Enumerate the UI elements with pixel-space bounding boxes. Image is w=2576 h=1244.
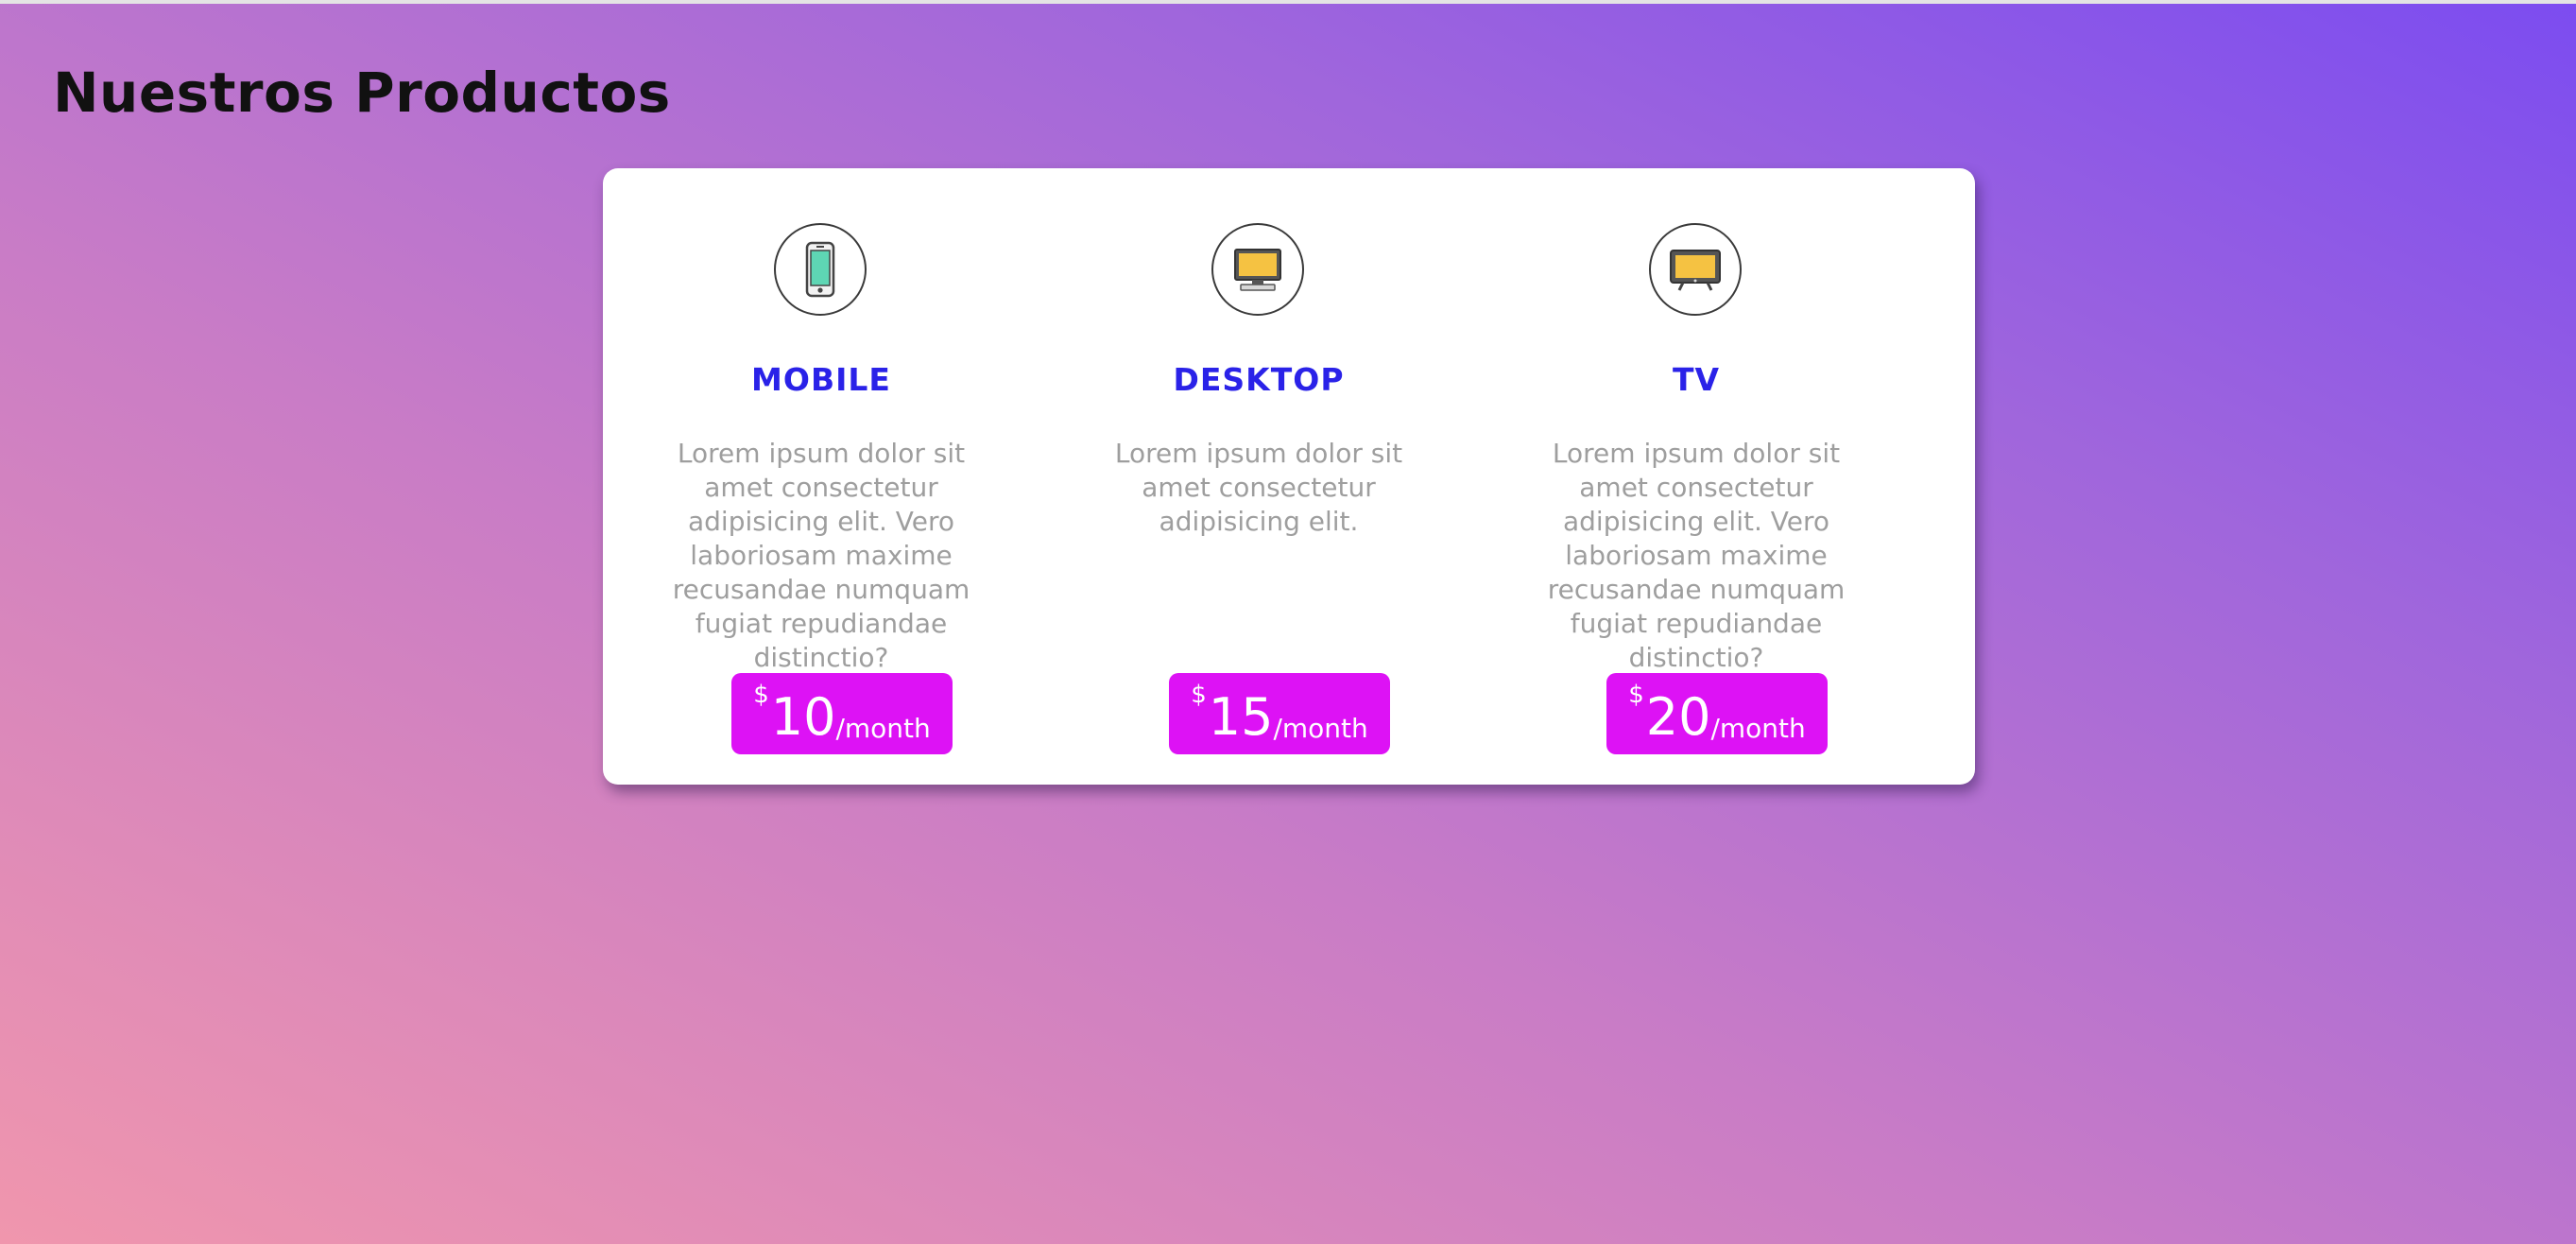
price-currency: $ — [1628, 681, 1644, 709]
desktop-monitor-icon — [1211, 223, 1304, 316]
price-amount: 10 — [770, 687, 836, 747]
price-button[interactable]: $ 15 /month — [1169, 673, 1390, 754]
price-period: /month — [1710, 713, 1806, 744]
product-description: Lorem ipsum dolor sit amet consectetur a… — [672, 438, 970, 673]
price-currency: $ — [753, 681, 769, 709]
tv-icon — [1649, 223, 1742, 316]
price-button[interactable]: $ 10 /month — [731, 673, 953, 754]
product-description: Lorem ipsum dolor sit amet consectetur a… — [1114, 438, 1403, 537]
product-name: TV — [1672, 361, 1721, 398]
top-strip — [0, 0, 2576, 4]
smartphone-icon — [774, 223, 867, 316]
product-name: DESKTOP — [1173, 361, 1345, 398]
product-description: Lorem ipsum dolor sit amet consectetur a… — [1547, 438, 1846, 673]
product-name: MOBILE — [751, 361, 891, 398]
price-period: /month — [835, 713, 931, 744]
products-card: MOBILE Lorem ipsum dolor sit amet consec… — [603, 168, 1975, 785]
price-currency: $ — [1191, 681, 1207, 709]
product-tv: TV Lorem ipsum dolor sit amet consectetu… — [1478, 168, 1915, 785]
price-button[interactable]: $ 20 /month — [1606, 673, 1828, 754]
price-period: /month — [1273, 713, 1368, 744]
price-amount: 20 — [1645, 687, 1711, 747]
price-amount: 15 — [1208, 687, 1274, 747]
page-title: Nuestros Productos — [53, 60, 671, 125]
product-desktop: DESKTOP Lorem ipsum dolor sit amet conse… — [1040, 168, 1477, 785]
product-mobile: MOBILE Lorem ipsum dolor sit amet consec… — [603, 168, 1039, 785]
